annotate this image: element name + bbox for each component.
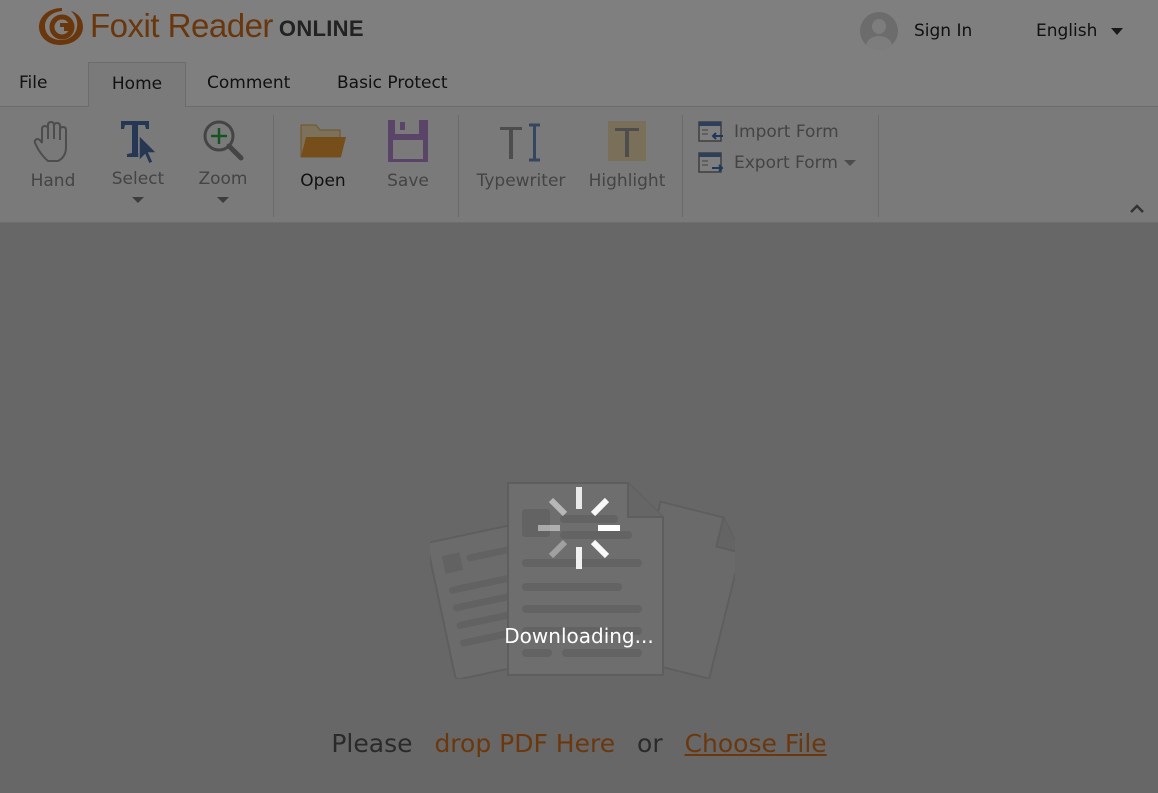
loading-indicator: Downloading...: [0, 0, 1158, 793]
spinner-icon: [538, 487, 620, 569]
loading-status-text: Downloading...: [504, 624, 654, 648]
